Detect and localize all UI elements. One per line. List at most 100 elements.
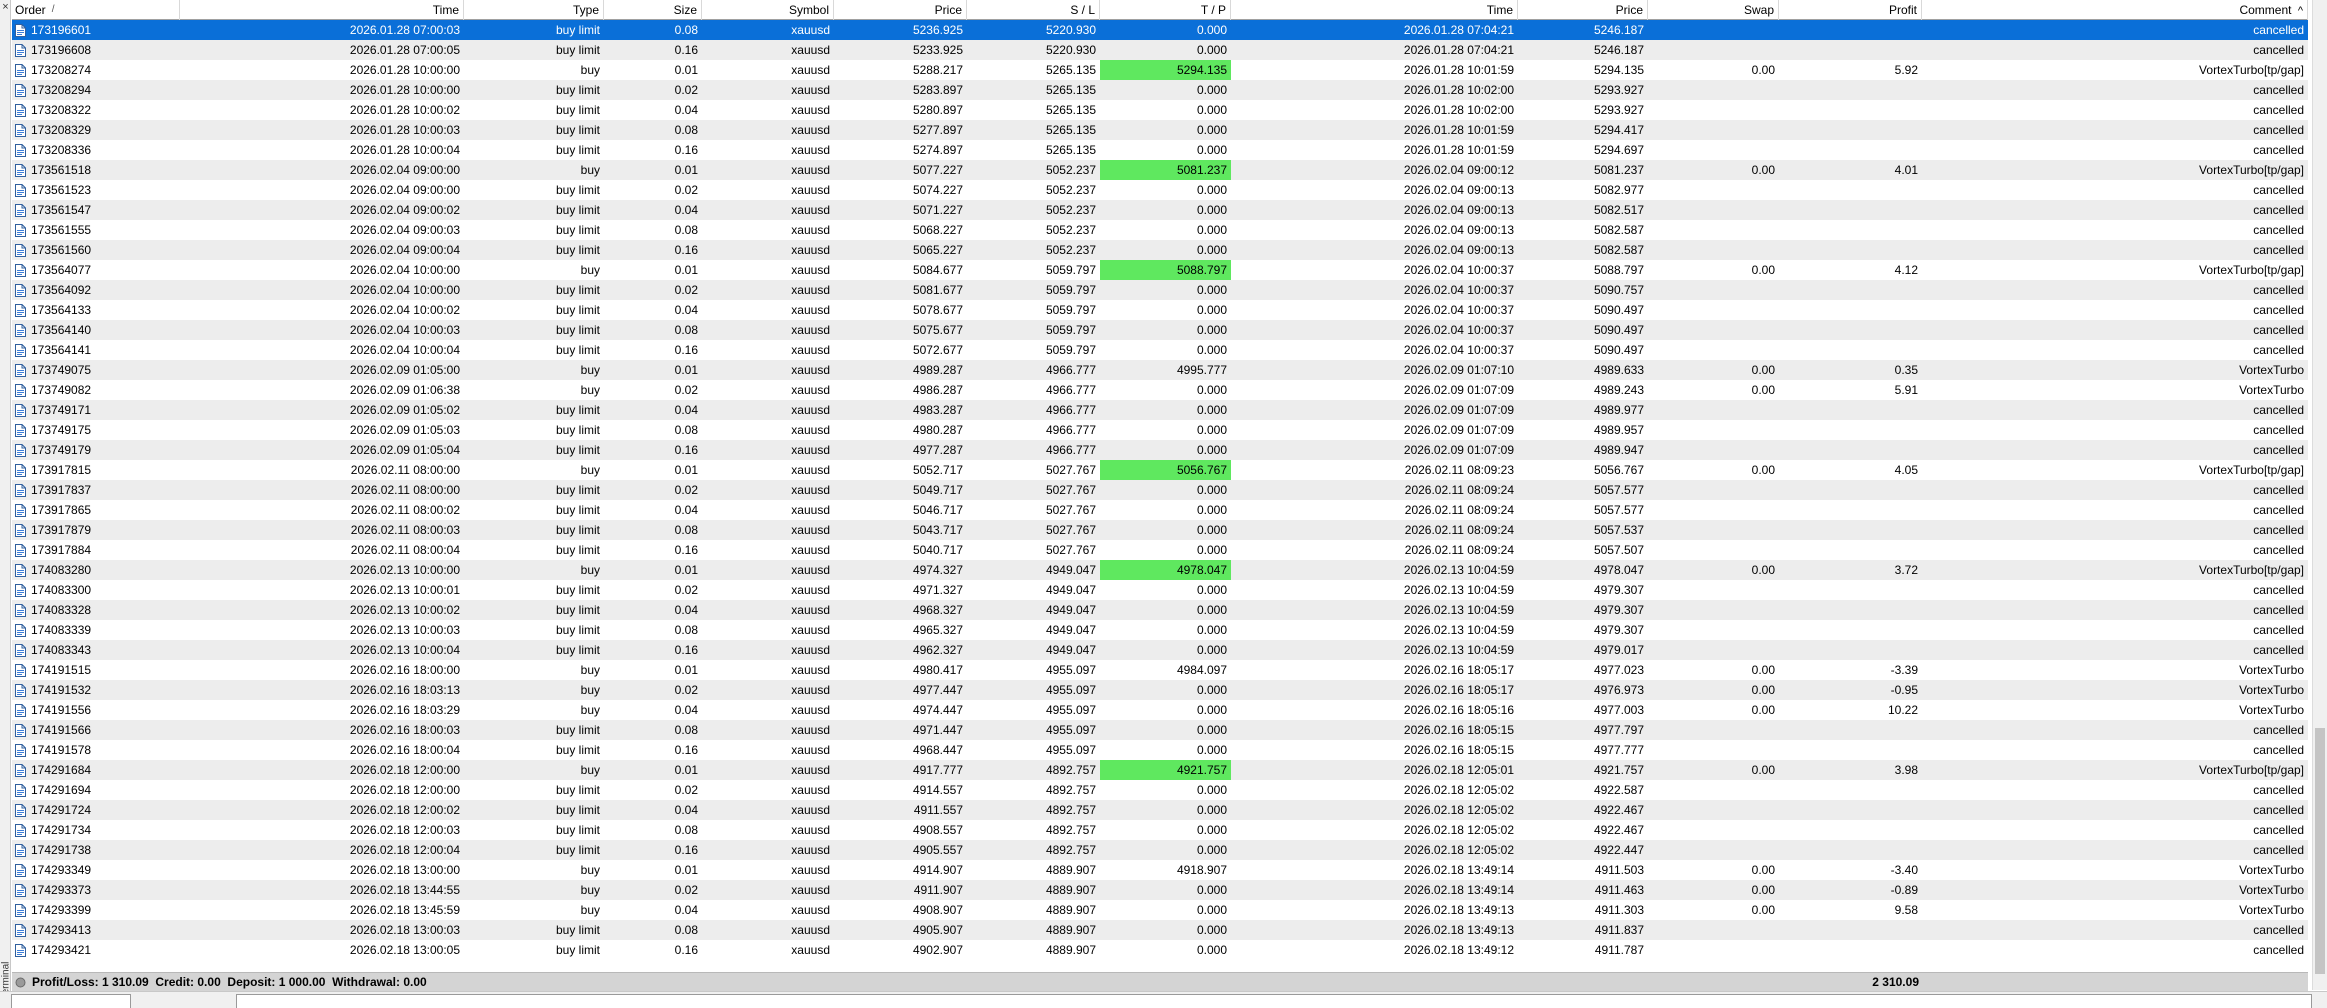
table-row[interactable]: 173208274 2026.01.28 10:00:00 buy 0.01 xauus… bbox=[12, 60, 2308, 80]
table-row[interactable]: 174083343 2026.02.13 10:00:04 buy limit 0.1… bbox=[12, 640, 2308, 660]
table-row[interactable]: 174291738 2026.02.18 12:00:04 buy limit 0.1… bbox=[12, 840, 2308, 860]
table-row[interactable]: 174293399 2026.02.18 13:45:59 buy 0.04 xauus… bbox=[12, 900, 2308, 920]
bottom-tab-wide[interactable] bbox=[236, 994, 2312, 1008]
column-header-comment[interactable]: Comment ^ bbox=[1922, 0, 2308, 20]
table-row[interactable]: 173564133 2026.02.04 10:00:02 buy limit 0.0… bbox=[12, 300, 2308, 320]
table-row[interactable]: 173749082 2026.02.09 01:06:38 buy 0.02 xauus… bbox=[12, 380, 2308, 400]
table-row[interactable]: 174083339 2026.02.13 10:00:03 buy limit 0.0… bbox=[12, 620, 2308, 640]
table-row[interactable]: 173749075 2026.02.09 01:05:00 buy 0.01 xauus… bbox=[12, 360, 2308, 380]
profit-cell bbox=[1779, 780, 1922, 800]
order-cell: 174083343 bbox=[12, 640, 180, 660]
document-icon bbox=[15, 143, 26, 157]
document-icon bbox=[15, 543, 26, 557]
table-row[interactable]: 174191532 2026.02.16 18:03:13 buy 0.02 xauus… bbox=[12, 680, 2308, 700]
column-header-sl[interactable]: S / L bbox=[967, 0, 1100, 20]
table-row[interactable]: 173917837 2026.02.11 08:00:00 buy limit 0.0… bbox=[12, 480, 2308, 500]
sl-cell: 5027.767 bbox=[1045, 543, 1096, 557]
size-cell: 0.01 bbox=[674, 563, 698, 577]
table-row[interactable]: 174291694 2026.02.18 12:00:00 buy limit 0.0… bbox=[12, 780, 2308, 800]
tp-cell: 0.000 bbox=[1196, 243, 1227, 257]
type-cell: buy bbox=[580, 463, 600, 477]
column-header-tp[interactable]: T / P bbox=[1100, 0, 1231, 20]
table-row[interactable]: 174293421 2026.02.18 13:00:05 buy limit 0.1… bbox=[12, 940, 2308, 960]
sl-cell: 4955.097 bbox=[1045, 743, 1096, 757]
table-row[interactable]: 173561547 2026.02.04 09:00:02 buy limit 0.0… bbox=[12, 200, 2308, 220]
tp-cell: 0.000 bbox=[1196, 943, 1227, 957]
symbol-cell: xauusd bbox=[791, 23, 830, 37]
table-row[interactable]: 173564092 2026.02.04 10:00:00 buy limit 0.0… bbox=[12, 280, 2308, 300]
table-row[interactable]: 173749179 2026.02.09 01:05:04 buy limit 0.1… bbox=[12, 440, 2308, 460]
table-row[interactable]: 174083328 2026.02.13 10:00:02 buy limit 0.0… bbox=[12, 600, 2308, 620]
scrollbar-thumb[interactable] bbox=[2315, 728, 2325, 974]
table-row[interactable]: 174191566 2026.02.16 18:00:03 buy limit 0.0… bbox=[12, 720, 2308, 740]
table-row[interactable]: 173208322 2026.01.28 10:00:02 buy limit 0.0… bbox=[12, 100, 2308, 120]
table-row[interactable]: 173564077 2026.02.04 10:00:00 buy 0.01 xauus… bbox=[12, 260, 2308, 280]
table-row[interactable]: 173749175 2026.02.09 01:05:03 buy limit 0.0… bbox=[12, 420, 2308, 440]
comment-cell: VortexTurbo bbox=[2239, 903, 2304, 917]
table-row[interactable]: 173561518 2026.02.04 09:00:00 buy 0.01 xauus… bbox=[12, 160, 2308, 180]
profit-cell bbox=[1779, 100, 1922, 120]
type-cell: buy bbox=[580, 383, 600, 397]
column-header-price[interactable]: Price bbox=[834, 0, 967, 20]
table-row[interactable]: 173917865 2026.02.11 08:00:02 buy limit 0.0… bbox=[12, 500, 2308, 520]
table-row[interactable]: 173196601 2026.01.28 07:00:03 buy limit 0.0… bbox=[12, 20, 2308, 40]
table-row[interactable]: 173208329 2026.01.28 10:00:03 buy limit 0.0… bbox=[12, 120, 2308, 140]
table-row[interactable]: 173917884 2026.02.11 08:00:04 buy limit 0.1… bbox=[12, 540, 2308, 560]
profit-cell: 4.12 bbox=[1894, 263, 1918, 277]
table-row[interactable]: 173561555 2026.02.04 09:00:03 buy limit 0.0… bbox=[12, 220, 2308, 240]
table-row[interactable]: 174191578 2026.02.16 18:00:04 buy limit 0.1… bbox=[12, 740, 2308, 760]
column-header-order[interactable]: Order / bbox=[12, 0, 180, 20]
column-header-size[interactable]: Size bbox=[604, 0, 702, 20]
column-header-close-price[interactable]: Price bbox=[1518, 0, 1648, 20]
table-row[interactable]: 174291734 2026.02.18 12:00:03 buy limit 0.0… bbox=[12, 820, 2308, 840]
table-row[interactable]: 173561523 2026.02.04 09:00:00 buy limit 0.0… bbox=[12, 180, 2308, 200]
table-row[interactable]: 174191556 2026.02.16 18:03:29 buy 0.04 xauus… bbox=[12, 700, 2308, 720]
table-row[interactable]: 173564140 2026.02.04 10:00:03 buy limit 0.0… bbox=[12, 320, 2308, 340]
table-row[interactable]: 173917815 2026.02.11 08:00:00 buy 0.01 xauus… bbox=[12, 460, 2308, 480]
open-time-cell: 2026.02.18 13:45:59 bbox=[349, 903, 460, 917]
table-row[interactable]: 173749171 2026.02.09 01:05:02 buy limit 0.0… bbox=[12, 400, 2308, 420]
type-cell: buy limit bbox=[555, 743, 600, 757]
close-icon[interactable]: × bbox=[0, 0, 11, 14]
order-cell: 173208329 bbox=[12, 120, 180, 140]
vertical-scrollbar[interactable] bbox=[2312, 0, 2327, 990]
table-row[interactable]: 174293373 2026.02.18 13:44:55 buy 0.02 xauus… bbox=[12, 880, 2308, 900]
table-row[interactable]: 173561560 2026.02.04 09:00:04 buy limit 0.1… bbox=[12, 240, 2308, 260]
table-row[interactable]: 174291684 2026.02.18 12:00:00 buy 0.01 xauus… bbox=[12, 760, 2308, 780]
table-row[interactable]: 173208294 2026.01.28 10:00:00 buy limit 0.0… bbox=[12, 80, 2308, 100]
table-row[interactable]: 173196608 2026.01.28 07:00:05 buy limit 0.1… bbox=[12, 40, 2308, 60]
open-price-cell: 4962.327 bbox=[912, 643, 963, 657]
comment-cell: VortexTurbo bbox=[2239, 363, 2304, 377]
close-price-cell: 4977.023 bbox=[1593, 663, 1644, 677]
table-row[interactable]: 174293413 2026.02.18 13:00:03 buy limit 0.0… bbox=[12, 920, 2308, 940]
order-number: 174293349 bbox=[31, 863, 92, 877]
open-time-cell: 2026.02.04 10:00:00 bbox=[349, 263, 460, 277]
symbol-cell: xauusd bbox=[791, 943, 830, 957]
column-header-close-time[interactable]: Time bbox=[1231, 0, 1518, 20]
table-row[interactable]: 174293349 2026.02.18 13:00:00 buy 0.01 xauus… bbox=[12, 860, 2308, 880]
terminal-side-strip: × Terminal bbox=[0, 0, 12, 1008]
comment-cell: cancelled bbox=[2253, 743, 2304, 757]
column-header-profit[interactable]: Profit bbox=[1779, 0, 1922, 20]
comment-cell: cancelled bbox=[2253, 23, 2304, 37]
table-row[interactable]: 173208336 2026.01.28 10:00:04 buy limit 0.1… bbox=[12, 140, 2308, 160]
column-header-symbol[interactable]: Symbol bbox=[702, 0, 834, 20]
column-header-type[interactable]: Type bbox=[464, 0, 604, 20]
open-price-cell: 5288.217 bbox=[912, 63, 963, 77]
table-row[interactable]: 174291724 2026.02.18 12:00:02 buy limit 0.0… bbox=[12, 800, 2308, 820]
column-header-time[interactable]: Time bbox=[180, 0, 464, 20]
open-time-cell: 2026.02.16 18:03:29 bbox=[349, 703, 460, 717]
close-price-cell: 4979.307 bbox=[1593, 623, 1644, 637]
bottom-tab[interactable] bbox=[11, 994, 131, 1008]
column-header-swap[interactable]: Swap bbox=[1648, 0, 1779, 20]
table-row[interactable]: 174191515 2026.02.16 18:00:00 buy 0.01 xauus… bbox=[12, 660, 2308, 680]
table-row[interactable]: 173917879 2026.02.11 08:00:03 buy limit 0.0… bbox=[12, 520, 2308, 540]
type-cell: buy limit bbox=[555, 503, 600, 517]
tp-cell: 0.000 bbox=[1196, 623, 1227, 637]
table-row[interactable]: 174083280 2026.02.13 10:00:00 buy 0.01 xauus… bbox=[12, 560, 2308, 580]
table-row[interactable]: 173564141 2026.02.04 10:00:04 buy limit 0.1… bbox=[12, 340, 2308, 360]
close-price-cell: 5090.757 bbox=[1593, 283, 1644, 297]
sl-cell: 4889.907 bbox=[1045, 903, 1096, 917]
swap-cell bbox=[1648, 640, 1779, 660]
table-row[interactable]: 174083300 2026.02.13 10:00:01 buy limit 0.0… bbox=[12, 580, 2308, 600]
